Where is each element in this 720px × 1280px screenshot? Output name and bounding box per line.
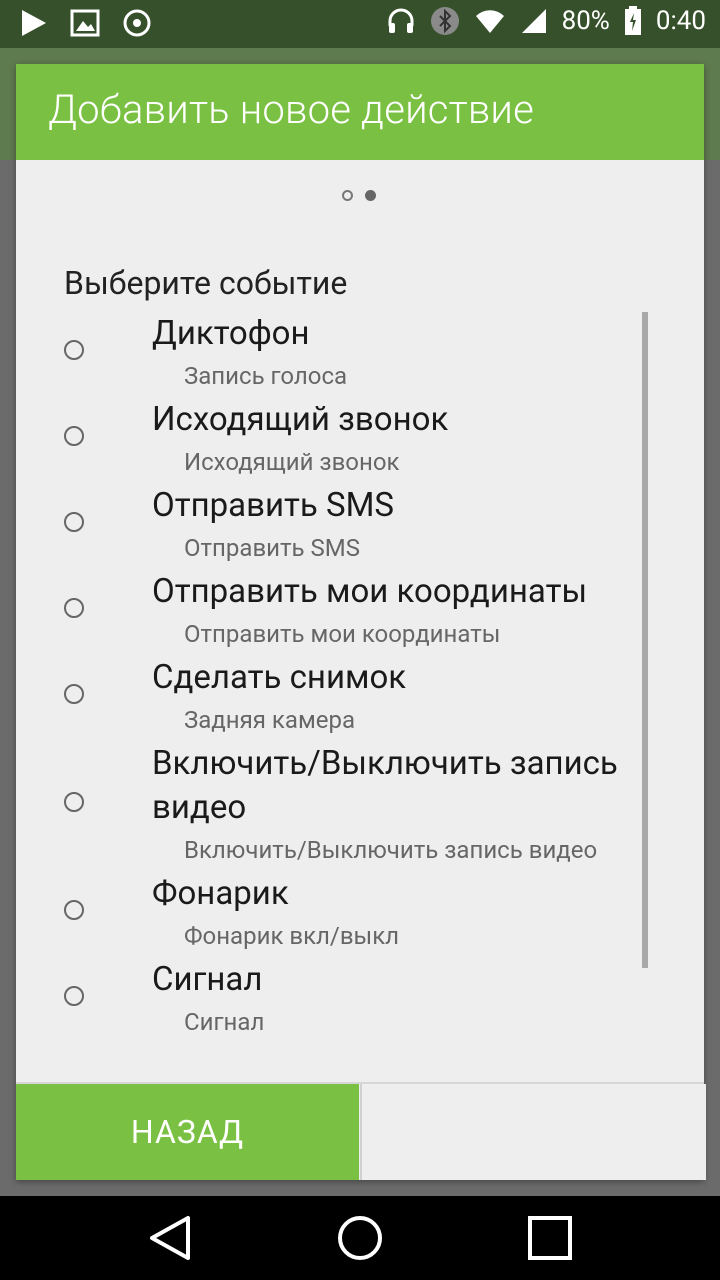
signal-icon	[520, 7, 548, 35]
back-button[interactable]: НАЗАД	[16, 1084, 359, 1180]
dialog-title: Добавить новое действие	[48, 86, 534, 133]
item-subtitle: Отправить мои координаты	[184, 620, 501, 648]
item-title: Сигнал	[152, 960, 263, 999]
radio-button[interactable]	[64, 512, 84, 532]
radio-button[interactable]	[64, 684, 84, 704]
item-title: Отправить мои координаты	[152, 572, 588, 611]
item-subtitle: Сигнал	[184, 1008, 265, 1036]
record-icon	[122, 8, 152, 42]
item-subtitle: Включить/Выключить запись видео	[184, 836, 598, 864]
item-subtitle: Задняя камера	[184, 706, 356, 734]
wifi-icon	[474, 7, 506, 35]
add-action-dialog: Добавить новое действие Выберите событие…	[16, 64, 706, 1180]
headset-icon	[386, 6, 416, 36]
page-dot-1	[342, 190, 353, 201]
footer-empty-area	[360, 1084, 706, 1180]
battery-percent: 80%	[561, 6, 610, 36]
clock: 0:40	[655, 6, 706, 36]
back-nav-icon[interactable]	[146, 1212, 198, 1264]
status-bar: 80% 0:40	[0, 0, 720, 48]
navigation-bar	[0, 1196, 720, 1280]
battery-icon	[624, 6, 642, 36]
play-icon	[20, 8, 48, 42]
item-subtitle: Отправить SMS	[184, 534, 360, 562]
radio-button[interactable]	[64, 598, 84, 618]
section-label: Выберите событие	[64, 264, 348, 302]
item-title: Фонарик	[152, 874, 289, 913]
item-subtitle: Фонарик вкл/выкл	[184, 922, 400, 950]
radio-button[interactable]	[64, 340, 84, 360]
page-indicator	[342, 190, 376, 201]
bluetooth-icon	[430, 6, 460, 36]
item-subtitle: Исходящий звонок	[184, 448, 400, 476]
radio-button[interactable]	[64, 986, 84, 1006]
home-nav-icon[interactable]	[334, 1212, 386, 1264]
radio-button[interactable]	[64, 792, 84, 812]
item-title: Включить/Выключить запись видео	[152, 744, 618, 827]
radio-button[interactable]	[64, 426, 84, 446]
recents-nav-icon[interactable]	[524, 1212, 576, 1264]
item-title: Исходящий звонок	[152, 400, 449, 439]
scrollbar[interactable]	[642, 312, 648, 968]
radio-button[interactable]	[64, 900, 84, 920]
page-dot-2	[365, 190, 376, 201]
item-title: Отправить SMS	[152, 486, 394, 525]
dialog-header: Добавить новое действие	[16, 64, 704, 160]
item-title: Диктофон	[152, 314, 310, 353]
item-subtitle: Запись голоса	[184, 362, 348, 390]
item-title: Сделать снимок	[152, 658, 407, 697]
image-icon	[70, 9, 100, 41]
